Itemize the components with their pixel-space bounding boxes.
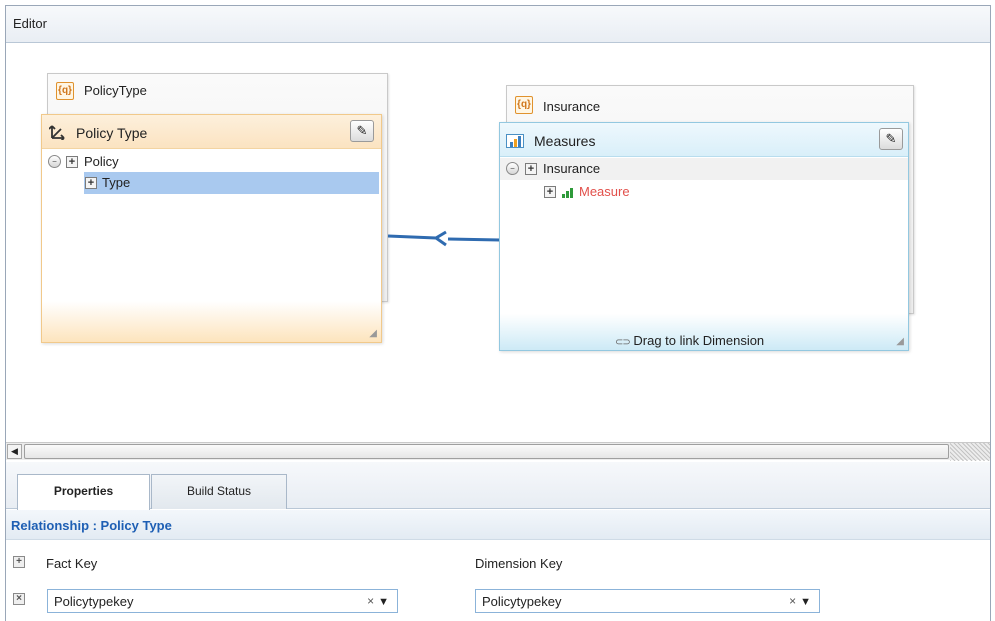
measures-chart-icon — [506, 134, 524, 148]
insurance-table-title: Insurance — [543, 99, 601, 114]
pencil-icon: ✎ — [356, 123, 368, 138]
collapse-icon[interactable]: − — [48, 155, 61, 168]
canvas-horizontal-scrollbar[interactable]: ◀ — [6, 442, 990, 461]
expand-icon[interactable]: + — [525, 163, 537, 175]
dropdown-arrow-icon[interactable]: ▼ — [800, 596, 811, 608]
resize-handle-icon[interactable]: ◢ — [896, 336, 904, 347]
combo-controls: × ▼ — [789, 594, 811, 608]
editor-header: Editor — [6, 6, 990, 43]
dimension-panel-policy-type[interactable]: Policy Type ✎ − + Policy + Type ◢ — [41, 114, 382, 343]
measures-panel-header: Measures ✎ — [500, 123, 908, 157]
relationship-title: Relationship : Policy Type — [11, 518, 172, 533]
fact-key-label: Fact Key — [46, 556, 98, 571]
tree-node-policy[interactable]: − + Policy — [48, 151, 378, 173]
tree-node-label: Type — [102, 175, 131, 190]
remove-key-icon[interactable]: × — [13, 593, 25, 605]
arrow-head-icon — [433, 230, 447, 247]
policytype-table-title: PolicyType — [84, 83, 147, 98]
tree-node-type[interactable]: + Type — [84, 172, 379, 194]
properties-tabbar: Properties Build Status — [6, 462, 990, 510]
tree-node-label: Measure — [579, 184, 630, 199]
tab-properties-label: Properties — [53, 484, 114, 498]
hierarchy-icon — [49, 125, 65, 140]
splitter-grip[interactable] — [950, 443, 990, 461]
tab-build-status[interactable]: Build Status — [151, 474, 287, 509]
dimension-key-value: Policytypekey — [482, 594, 562, 609]
editor-canvas[interactable]: {q} PolicyType {q} Insurance Policy Type… — [6, 44, 990, 442]
tree-node-label: Policy — [84, 154, 119, 169]
link-line-right — [447, 237, 501, 242]
expand-icon[interactable]: + — [544, 186, 556, 198]
clear-icon[interactable]: × — [789, 594, 796, 608]
measures-panel[interactable]: Measures ✎ − + Insurance + Measure ⊂⊃ Dr… — [499, 122, 909, 351]
measure-bar-icon — [562, 188, 576, 198]
fact-key-combobox[interactable]: Policytypekey × ▼ — [47, 589, 398, 613]
collapse-icon[interactable]: − — [506, 162, 519, 175]
clear-icon[interactable]: × — [367, 594, 374, 608]
table-icon: {q} — [56, 82, 74, 100]
dimension-key-label: Dimension Key — [475, 556, 563, 571]
fact-key-value: Policytypekey — [54, 594, 134, 609]
link-chain-icon: ⊂⊃ — [615, 337, 631, 348]
editor-title: Editor — [13, 16, 47, 31]
pencil-icon: ✎ — [885, 131, 897, 146]
drag-to-link-hint: ⊂⊃ Drag to link Dimension — [615, 333, 764, 348]
tree-node-label: Insurance — [543, 161, 601, 176]
link-line-left — [387, 234, 437, 240]
dimension-key-combobox[interactable]: Policytypekey × ▼ — [475, 589, 820, 613]
tab-build-status-label: Build Status — [186, 484, 252, 498]
editor-window: Editor {q} PolicyType {q} Insurance Poli… — [5, 5, 991, 621]
drag-to-link-label: Drag to link Dimension — [633, 333, 765, 348]
scroll-left-arrow-icon[interactable]: ◀ — [7, 444, 22, 459]
tab-properties[interactable]: Properties — [17, 474, 150, 510]
dropdown-arrow-icon[interactable]: ▼ — [378, 596, 389, 608]
properties-pane: Properties Build Status Relationship : P… — [6, 462, 990, 621]
combo-controls: × ▼ — [367, 594, 389, 608]
relationship-link-line[interactable] — [382, 229, 502, 249]
edit-dimension-button[interactable]: ✎ — [350, 120, 374, 142]
table-icon: {q} — [515, 96, 533, 114]
relationship-header: Relationship : Policy Type — [6, 510, 990, 540]
add-key-icon[interactable]: + — [13, 556, 25, 568]
edit-measures-button[interactable]: ✎ — [879, 128, 903, 150]
tree-node-measure[interactable]: + Measure — [542, 181, 742, 203]
expand-icon[interactable]: + — [66, 156, 78, 168]
dimension-panel-header: Policy Type ✎ — [42, 115, 381, 149]
resize-handle-icon[interactable]: ◢ — [369, 328, 377, 339]
expand-icon[interactable]: + — [85, 177, 97, 189]
tree-node-insurance[interactable]: − + Insurance — [500, 158, 908, 180]
scrollbar-thumb[interactable] — [24, 444, 949, 459]
measures-panel-title: Measures — [534, 133, 596, 149]
dimension-panel-title: Policy Type — [76, 125, 148, 141]
